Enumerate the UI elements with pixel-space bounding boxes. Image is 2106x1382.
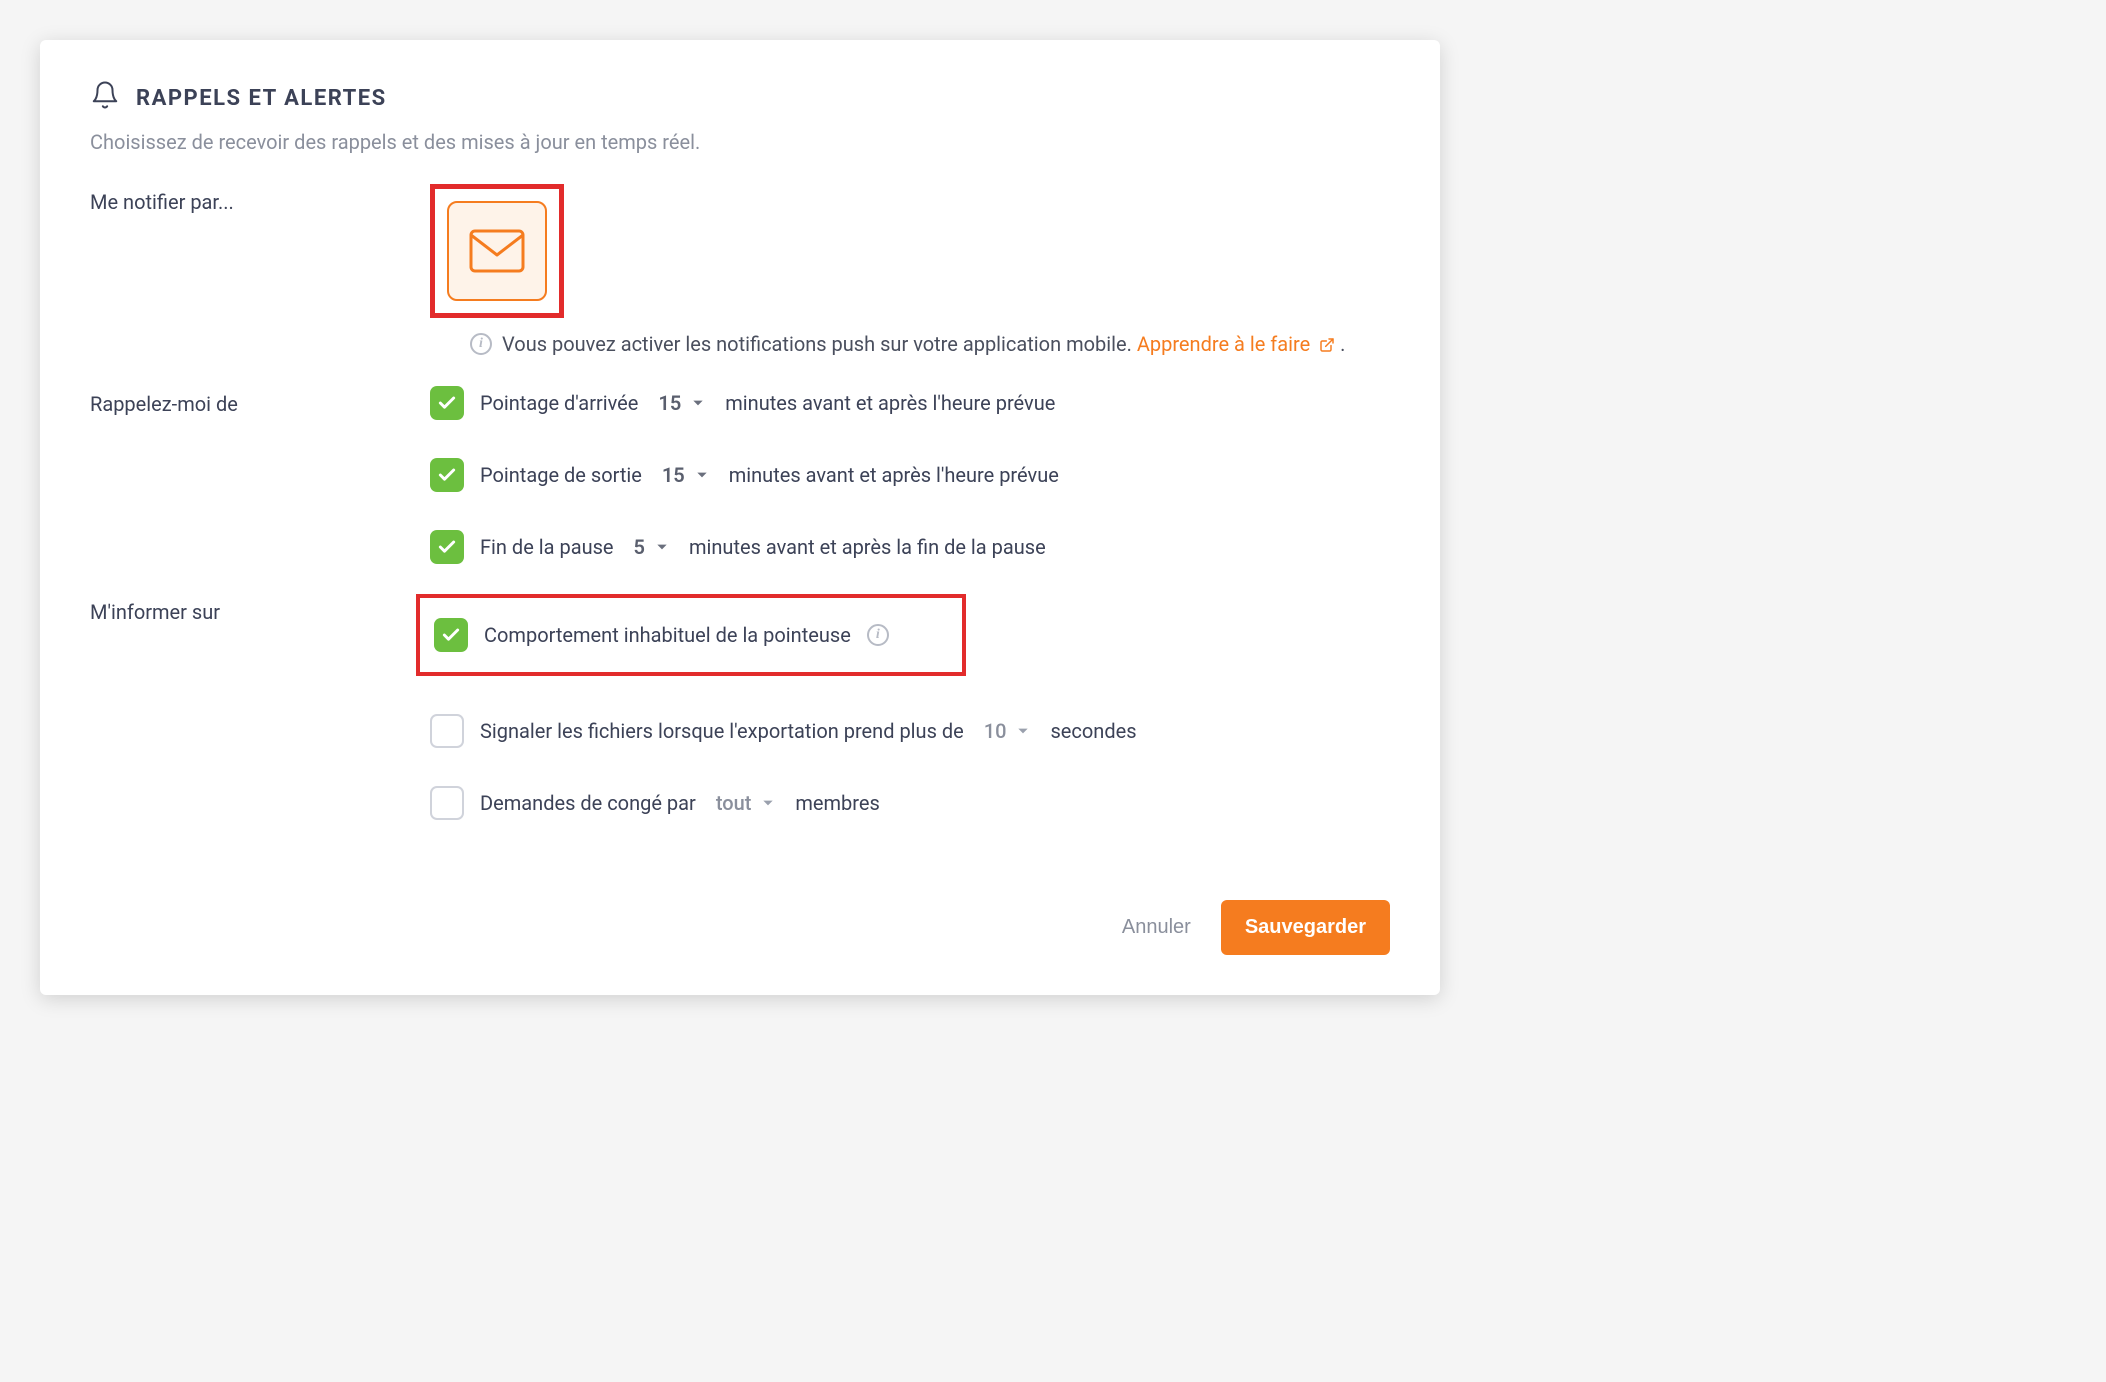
highlight-email-channel xyxy=(430,184,564,318)
remind-checkin: Pointage d'arrivée 15 minutes avant et a… xyxy=(430,386,1390,420)
remind-break-end: Fin de la pause 5 minutes avant et après… xyxy=(430,530,1390,564)
chevron-down-icon xyxy=(691,396,705,410)
check-icon xyxy=(437,393,457,413)
remind-checkout-checkbox[interactable] xyxy=(430,458,464,492)
period: . xyxy=(1340,332,1345,356)
panel-header: RAPPELS ET ALERTES xyxy=(90,80,1390,116)
inform-leave-requests: Demandes de congé par tout membres xyxy=(430,786,1390,820)
chevron-down-icon xyxy=(1016,724,1030,738)
check-icon xyxy=(441,625,461,645)
inform-export-checkbox[interactable] xyxy=(430,714,464,748)
check-icon xyxy=(437,465,457,485)
notify-by-row: Me notifier par... i Vous pouvez activer… xyxy=(90,184,1390,356)
inform-me-label: M'informer sur xyxy=(90,594,430,624)
remind-checkin-checkbox[interactable] xyxy=(430,386,464,420)
chevron-down-icon xyxy=(655,540,669,554)
inform-export-files: Signaler les fichiers lorsque l'exportat… xyxy=(430,714,1390,748)
chevron-down-icon xyxy=(695,468,709,482)
remind-break-checkbox[interactable] xyxy=(430,530,464,564)
envelope-icon xyxy=(469,229,525,273)
external-link-icon xyxy=(1319,337,1335,353)
footer-actions: Annuler Sauvegarder xyxy=(90,900,1390,955)
save-button[interactable]: Sauvegarder xyxy=(1221,900,1390,955)
push-info-line: i Vous pouvez activer les notifications … xyxy=(470,332,1390,356)
inform-leave-checkbox[interactable] xyxy=(430,786,464,820)
remind-checkout: Pointage de sortie 15 minutes avant et a… xyxy=(430,458,1390,492)
remind-break-minutes-dropdown[interactable]: 5 xyxy=(634,535,669,559)
notify-by-label: Me notifier par... xyxy=(90,184,430,214)
learn-how-link[interactable]: Apprendre à le faire xyxy=(1137,332,1340,356)
inform-me-row: M'informer sur Comportement inhabituel d… xyxy=(90,594,1390,820)
info-icon[interactable]: i xyxy=(867,624,889,646)
panel-title: RAPPELS ET ALERTES xyxy=(136,86,387,111)
inform-leave-members-dropdown[interactable]: tout xyxy=(716,791,776,815)
inform-unusual-checkbox[interactable] xyxy=(434,618,468,652)
bell-icon xyxy=(90,80,120,116)
panel-subtitle: Choisissez de recevoir des rappels et de… xyxy=(90,130,1390,154)
cancel-button[interactable]: Annuler xyxy=(1122,916,1191,939)
push-info-text: Vous pouvez activer les notifications pu… xyxy=(502,332,1137,356)
inform-unusual-behavior: Comportement inhabituel de la pointeuse … xyxy=(416,594,966,676)
info-icon: i xyxy=(470,333,492,355)
reminders-alerts-panel: RAPPELS ET ALERTES Choisissez de recevoi… xyxy=(40,40,1440,995)
email-channel-toggle[interactable] xyxy=(447,201,547,301)
remind-me-label: Rappelez-moi de xyxy=(90,386,430,416)
chevron-down-icon xyxy=(761,796,775,810)
check-icon xyxy=(437,537,457,557)
remind-checkout-minutes-dropdown[interactable]: 15 xyxy=(662,463,709,487)
inform-export-seconds-dropdown[interactable]: 10 xyxy=(984,719,1031,743)
remind-checkin-minutes-dropdown[interactable]: 15 xyxy=(658,391,705,415)
remind-me-row: Rappelez-moi de Pointage d'arrivée 15 mi… xyxy=(90,386,1390,564)
